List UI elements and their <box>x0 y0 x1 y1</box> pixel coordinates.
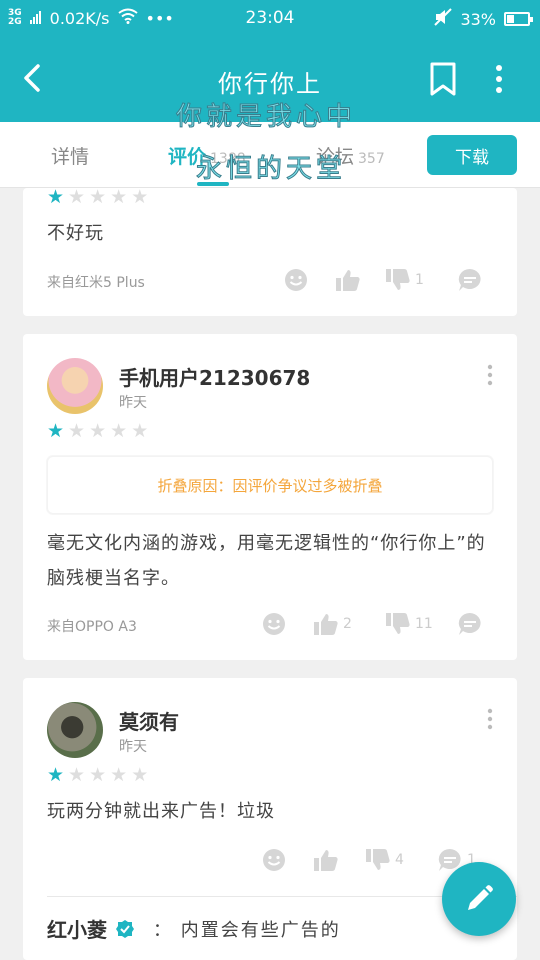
comment-button[interactable] <box>457 612 483 636</box>
emoji-react-button[interactable] <box>261 848 287 872</box>
emoji-icon <box>285 269 307 291</box>
like-button[interactable] <box>335 268 361 292</box>
tab-details-label: 详情 <box>51 146 90 168</box>
thumbs-up-icon <box>336 270 360 291</box>
app-bar: 你行你上 <box>0 36 540 122</box>
star-empty-icon: ★ <box>68 764 86 786</box>
comment-icon <box>458 268 481 291</box>
like-button[interactable]: 2 <box>313 612 352 636</box>
star-filled-icon: ★ <box>47 764 65 786</box>
thumbs-down-icon <box>386 613 410 634</box>
dislike-count: 11 <box>415 616 433 632</box>
comment-button[interactable] <box>457 268 483 292</box>
tab-forum[interactable]: 论坛 357 <box>316 142 385 169</box>
download-button[interactable]: 下载 <box>427 135 517 175</box>
tab-reviews[interactable]: 评价 1388 <box>168 142 246 169</box>
bookmark-button[interactable] <box>428 62 458 96</box>
tab-reviews-label: 评价 <box>168 146 207 168</box>
reply-author[interactable]: 红小菱 <box>47 914 135 943</box>
tab-details[interactable]: 详情 <box>51 142 89 169</box>
like-button[interactable] <box>313 848 339 872</box>
like-count: 2 <box>343 616 352 632</box>
emoji-icon <box>263 613 285 635</box>
more-vertical-icon <box>487 708 493 730</box>
emoji-react-button[interactable] <box>283 268 309 292</box>
review-card: ★ ★ ★ ★ ★ 不好玩 来自红米5 Plus 1 <box>23 188 517 316</box>
bookmark-icon <box>430 62 456 96</box>
dislike-button[interactable]: 1 <box>385 268 424 292</box>
battery-percent: 33% <box>460 9 496 29</box>
review-date: 昨天 <box>119 395 147 411</box>
star-empty-icon: ★ <box>68 420 86 442</box>
review-device: 来自红米5 Plus <box>47 275 145 291</box>
verified-badge-icon <box>116 919 134 938</box>
thumbs-up-icon <box>314 850 338 871</box>
star-empty-icon: ★ <box>131 764 149 786</box>
review-username[interactable]: 手机用户21230678 <box>119 362 310 391</box>
star-empty-icon: ★ <box>89 186 107 208</box>
emoji-react-button[interactable] <box>261 612 287 636</box>
pencil-icon <box>468 885 493 910</box>
star-empty-icon: ★ <box>89 420 107 442</box>
emoji-icon <box>263 849 285 871</box>
thumbs-down-icon <box>386 269 410 290</box>
more-vertical-icon <box>496 65 502 93</box>
star-empty-icon: ★ <box>110 186 128 208</box>
dislike-button[interactable]: 4 <box>365 848 404 872</box>
battery-icon <box>504 12 533 26</box>
reply-content: ： 内置会有些广告的 <box>153 920 341 941</box>
avatar[interactable] <box>47 358 103 414</box>
review-card: 手机用户21230678 昨天 ★ ★ ★ ★ ★ 折叠原因：因评价争议过多被折… <box>23 334 517 660</box>
dislike-button[interactable]: 11 <box>385 612 433 636</box>
star-filled-icon: ★ <box>47 186 65 208</box>
review-username[interactable]: 莫须有 <box>119 706 179 735</box>
thumbs-up-icon <box>314 614 338 635</box>
rating-stars: ★ ★ ★ ★ ★ <box>47 766 148 785</box>
star-empty-icon: ★ <box>131 420 149 442</box>
tab-reviews-count: 1388 <box>210 151 246 167</box>
review-content: 毫无文化内涵的游戏，用毫无逻辑性的“你行你上”的脑残梗当名字。 <box>47 533 486 589</box>
star-empty-icon: ★ <box>110 420 128 442</box>
tab-forum-label: 论坛 <box>316 146 355 168</box>
review-more-button[interactable] <box>487 364 493 386</box>
review-date: 昨天 <box>119 739 147 755</box>
mute-icon <box>434 8 453 30</box>
tab-indicator <box>197 182 229 186</box>
reply-author-name: 红小菱 <box>47 918 107 942</box>
more-options-button[interactable] <box>488 62 510 96</box>
rating-stars: ★ ★ ★ ★ ★ <box>47 422 148 441</box>
tab-forum-count: 357 <box>358 151 385 167</box>
rating-stars: ★ ★ ★ ★ ★ <box>47 188 148 207</box>
thumbs-down-icon <box>366 849 390 870</box>
comment-icon <box>458 612 481 635</box>
write-review-button[interactable] <box>442 862 516 936</box>
star-empty-icon: ★ <box>89 764 107 786</box>
page-title: 你行你上 <box>218 70 322 98</box>
review-device: 来自OPPO A3 <box>47 619 137 635</box>
review-content: 不好玩 <box>47 223 104 244</box>
dislike-count: 4 <box>395 852 404 868</box>
dislike-count: 1 <box>415 272 424 288</box>
star-filled-icon: ★ <box>47 420 65 442</box>
tab-bar: 详情 评价 1388 论坛 357 下载 <box>0 122 540 188</box>
fold-notice[interactable]: 折叠原因：因评价争议过多被折叠 <box>47 456 493 514</box>
status-bar: 3G 2G 0.02K/s ••• 23:04 33% <box>0 0 540 36</box>
review-content: 玩两分钟就出来广告！垃圾 <box>47 801 275 822</box>
review-more-button[interactable] <box>487 708 493 730</box>
star-empty-icon: ★ <box>68 186 86 208</box>
star-empty-icon: ★ <box>131 186 149 208</box>
star-empty-icon: ★ <box>110 764 128 786</box>
review-card: 莫须有 昨天 ★ ★ ★ ★ ★ 玩两分钟就出来广告！垃圾 4 1 红小菱 ： … <box>23 678 517 960</box>
more-vertical-icon <box>487 364 493 386</box>
avatar[interactable] <box>47 702 103 758</box>
